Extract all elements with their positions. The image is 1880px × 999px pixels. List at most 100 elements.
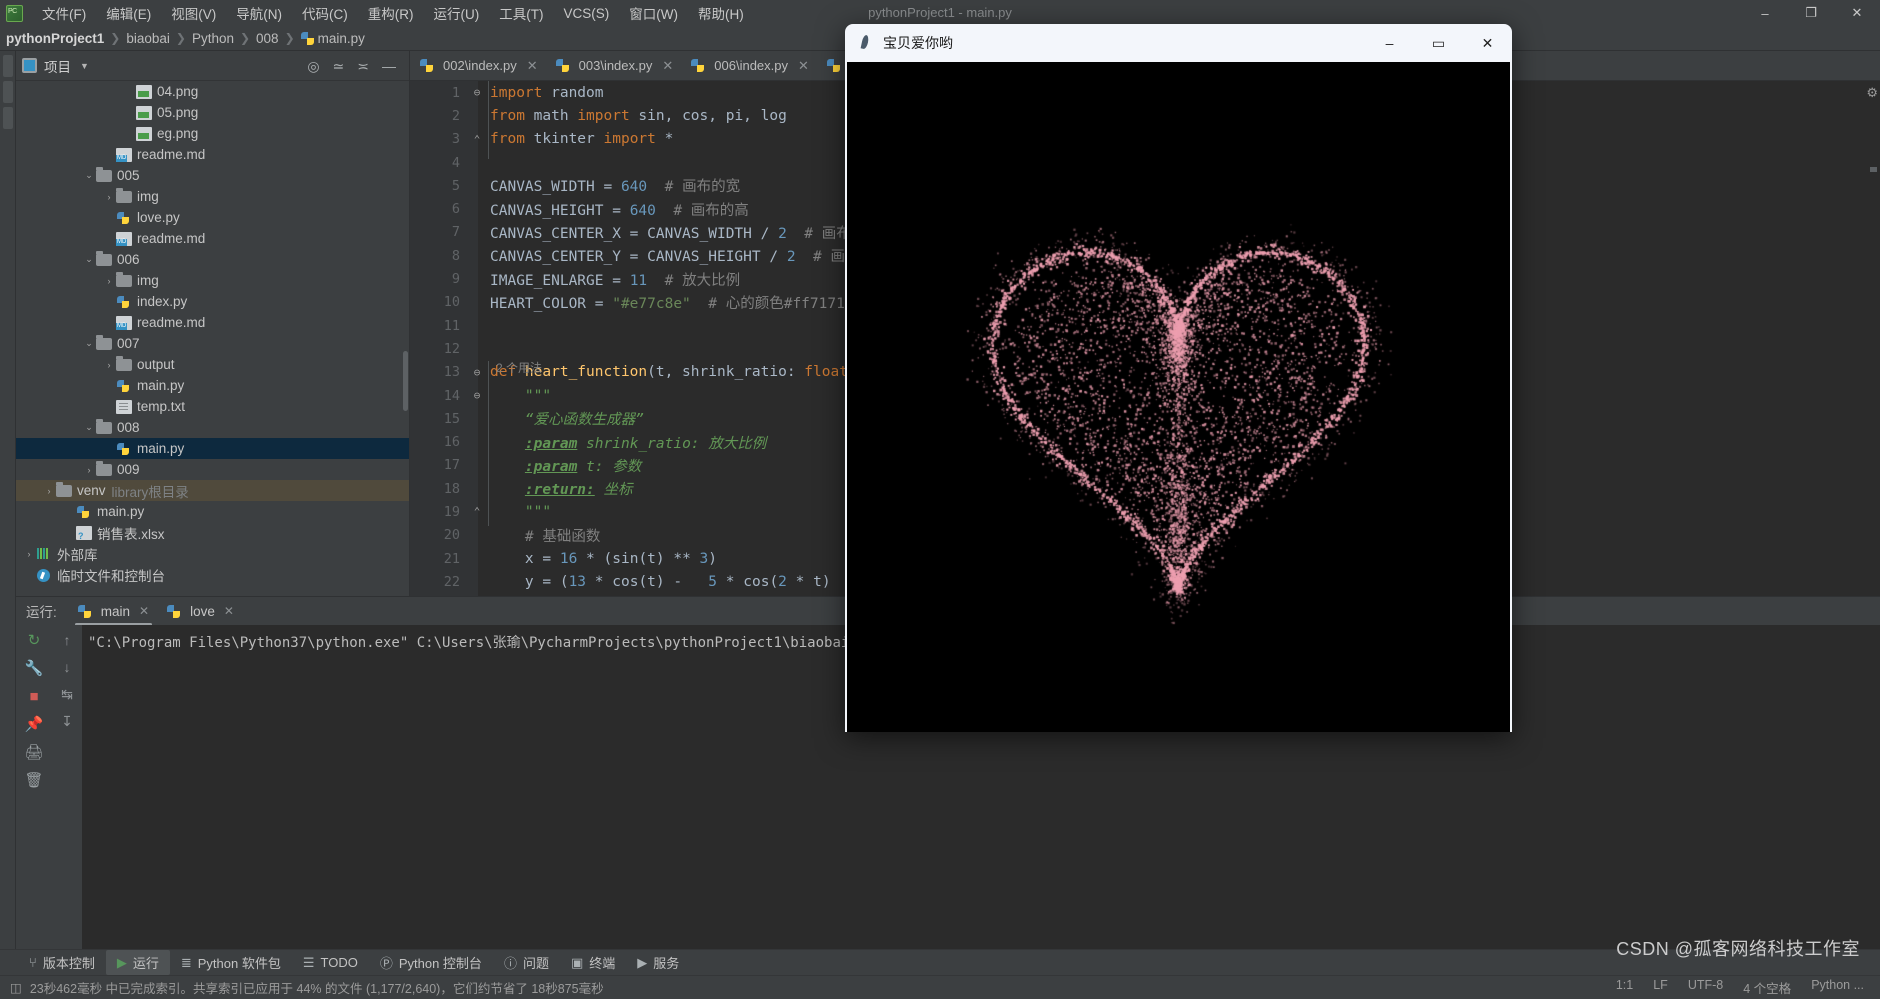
rerun-icon[interactable]: ↻ bbox=[28, 633, 41, 648]
fold-marker-icon[interactable]: ⊖ bbox=[466, 389, 488, 402]
chevron-right-icon[interactable]: › bbox=[82, 465, 96, 475]
usage-hint[interactable]: 2 个用法 bbox=[496, 359, 542, 376]
fold-marker-icon[interactable]: ⌃ bbox=[466, 505, 488, 518]
breadcrumb-item-biaobai[interactable]: biaobai bbox=[126, 31, 170, 46]
editor-scrollbar[interactable] bbox=[1868, 81, 1880, 596]
tool-window-structure-stripe[interactable] bbox=[3, 81, 13, 103]
chevron-down-icon[interactable]: ⌄ bbox=[82, 422, 96, 433]
tree-row[interactable]: › index.py bbox=[16, 291, 409, 312]
tk-minimize-button[interactable]: – bbox=[1365, 24, 1414, 62]
chevron-down-icon[interactable]: ▼ bbox=[80, 61, 89, 71]
tree-row[interactable]: › 销售表.xlsx bbox=[16, 522, 409, 543]
status-bar-item-6[interactable]: ▣ 终端 bbox=[560, 950, 626, 975]
status-bar-item-2[interactable]: ≣ Python 软件包 bbox=[170, 950, 292, 975]
tree-row[interactable]: › eg.png bbox=[16, 123, 409, 144]
wrench-icon[interactable]: 🔧 bbox=[25, 661, 44, 676]
tree-row[interactable]: › main.py bbox=[16, 375, 409, 396]
menu-item-refactor[interactable]: 重构(R) bbox=[358, 1, 424, 25]
tree-row[interactable]: › main.py bbox=[16, 438, 409, 459]
tree-row[interactable]: › main.py bbox=[16, 501, 409, 522]
close-icon[interactable]: ✕ bbox=[527, 58, 538, 74]
editor-tab-003[interactable]: 003\index.py ✕ bbox=[546, 51, 682, 80]
close-icon[interactable]: ✕ bbox=[798, 58, 809, 74]
expand-all-icon[interactable]: ≃ bbox=[333, 59, 345, 73]
run-tab-main[interactable]: main ✕ bbox=[69, 601, 158, 622]
tree-row[interactable]: › readme.md bbox=[16, 144, 409, 165]
status-bar-item-4[interactable]: Ⓟ Python 控制台 bbox=[369, 950, 493, 975]
menu-item-help[interactable]: 帮助(H) bbox=[688, 1, 754, 25]
breadcrumb-item-file[interactable]: main.py bbox=[318, 31, 365, 46]
tree-row[interactable]: › love.py bbox=[16, 207, 409, 228]
tk-maximize-button[interactable]: ▭ bbox=[1414, 24, 1463, 62]
menu-item-edit[interactable]: 编辑(E) bbox=[96, 1, 161, 25]
arrow-down-icon[interactable]: ↓ bbox=[64, 660, 71, 674]
project-tree[interactable]: ›04.png›05.png›eg.png›readme.md⌄005›img›… bbox=[16, 81, 409, 596]
menu-item-view[interactable]: 视图(V) bbox=[161, 1, 226, 25]
locate-target-icon[interactable]: ◎ bbox=[307, 59, 319, 73]
status-bar-item-7[interactable]: ▶ 服务 bbox=[626, 950, 690, 975]
menu-item-run[interactable]: 运行(U) bbox=[424, 1, 490, 25]
chevron-right-icon[interactable]: › bbox=[22, 549, 36, 559]
file-encoding[interactable]: UTF-8 bbox=[1688, 978, 1723, 997]
tree-row[interactable]: › readme.md bbox=[16, 228, 409, 249]
indent-setting[interactable]: 4 个空格 bbox=[1743, 978, 1791, 997]
tree-row[interactable]: › temp.txt bbox=[16, 396, 409, 417]
tree-row[interactable]: › 009 bbox=[16, 459, 409, 480]
collapse-all-icon[interactable]: ≍ bbox=[357, 59, 369, 73]
tree-row[interactable]: › 04.png bbox=[16, 81, 409, 102]
chevron-down-icon[interactable]: ⌄ bbox=[82, 254, 96, 265]
chevron-right-icon[interactable]: › bbox=[102, 276, 116, 286]
pin-icon[interactable]: 📌 bbox=[25, 717, 44, 732]
close-icon[interactable]: ✕ bbox=[662, 58, 673, 74]
maximize-button[interactable]: ❐ bbox=[1788, 0, 1834, 26]
tree-row[interactable]: ⌄ 008 bbox=[16, 417, 409, 438]
scroll-to-end-icon[interactable]: ↧ bbox=[61, 714, 73, 728]
close-icon[interactable]: ✕ bbox=[139, 604, 149, 618]
fold-marker-icon[interactable]: ⊖ bbox=[466, 366, 488, 379]
tree-row[interactable]: › img bbox=[16, 270, 409, 291]
menu-item-window[interactable]: 窗口(W) bbox=[619, 1, 688, 25]
menu-item-vcs[interactable]: VCS(S) bbox=[554, 4, 620, 23]
arrow-up-icon[interactable]: ↑ bbox=[64, 633, 71, 647]
menu-item-tools[interactable]: 工具(T) bbox=[489, 1, 553, 25]
chevron-down-icon[interactable]: ⌄ bbox=[82, 170, 96, 181]
tree-row[interactable]: › img bbox=[16, 186, 409, 207]
tree-row[interactable]: › 外部库 bbox=[16, 543, 409, 564]
stop-icon[interactable]: ■ bbox=[29, 689, 38, 704]
tool-window-favorites-stripe[interactable] bbox=[3, 107, 13, 129]
status-bar-item-1[interactable]: ▶ 运行 bbox=[106, 950, 170, 975]
fold-marker-icon[interactable]: ⌃ bbox=[466, 133, 488, 146]
tree-row[interactable]: › 临时文件和控制台 bbox=[16, 564, 409, 585]
gear-icon[interactable]: ⚙ bbox=[1866, 85, 1878, 101]
editor-tab-002[interactable]: 002\index.py ✕ bbox=[410, 51, 546, 80]
print-icon[interactable]: 🖨 bbox=[24, 745, 43, 760]
tool-window-project-stripe[interactable] bbox=[3, 55, 13, 77]
status-bar-item-0[interactable]: ⑂ 版本控制 bbox=[18, 950, 106, 975]
chevron-right-icon[interactable]: › bbox=[102, 192, 116, 202]
menu-item-file[interactable]: 文件(F) bbox=[32, 1, 96, 25]
close-icon[interactable]: ✕ bbox=[224, 604, 234, 618]
tree-row[interactable]: ⌄ 006 bbox=[16, 249, 409, 270]
editor-tab-006[interactable]: 006\index.py ✕ bbox=[681, 51, 817, 80]
chevron-right-icon[interactable]: › bbox=[102, 360, 116, 370]
tree-row[interactable]: › readme.md bbox=[16, 312, 409, 333]
tree-row[interactable]: › output bbox=[16, 354, 409, 375]
tree-row[interactable]: › venv library根目录 bbox=[16, 480, 409, 501]
tree-row[interactable]: ›05.png bbox=[16, 102, 409, 123]
tk-close-button[interactable]: ✕ bbox=[1463, 24, 1512, 62]
tree-row[interactable]: ⌄ 007 bbox=[16, 333, 409, 354]
run-tab-love[interactable]: love ✕ bbox=[158, 601, 243, 622]
breadcrumb-item-project[interactable]: pythonProject1 bbox=[6, 31, 104, 46]
breadcrumb-item-python[interactable]: Python bbox=[192, 31, 234, 46]
line-separator[interactable]: LF bbox=[1653, 978, 1668, 997]
breadcrumb-item-008[interactable]: 008 bbox=[256, 31, 279, 46]
menu-item-code[interactable]: 代码(C) bbox=[292, 1, 358, 25]
menu-item-navigate[interactable]: 导航(N) bbox=[226, 1, 292, 25]
trash-icon[interactable]: 🗑 bbox=[24, 773, 43, 788]
tkinter-window[interactable]: 宝贝爱你哟 – ▭ ✕ bbox=[845, 24, 1512, 732]
minimize-button[interactable]: – bbox=[1742, 0, 1788, 26]
fold-marker-icon[interactable]: ⊖ bbox=[466, 86, 488, 99]
soft-wrap-icon[interactable]: ↹ bbox=[61, 687, 73, 701]
chevron-down-icon[interactable]: ⌄ bbox=[82, 338, 96, 349]
project-scrollbar[interactable] bbox=[403, 351, 408, 411]
